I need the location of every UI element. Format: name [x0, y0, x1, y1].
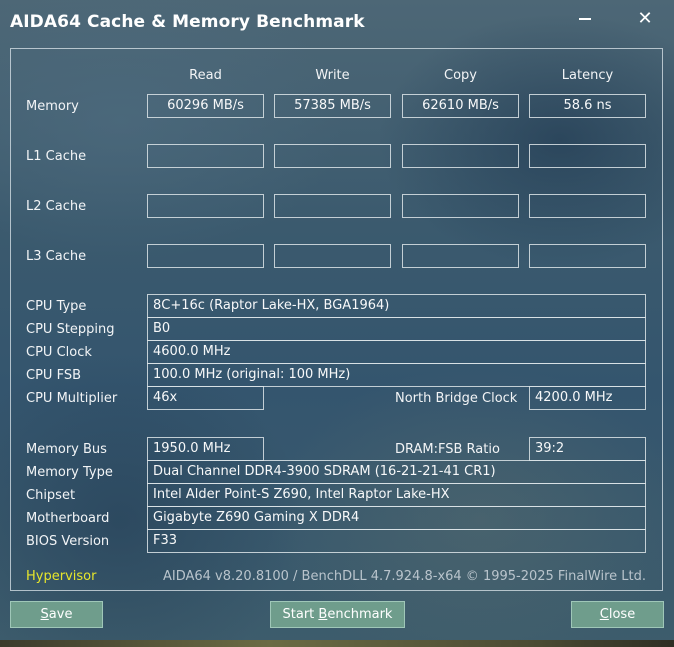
- save-button[interactable]: Save: [10, 601, 103, 628]
- dram-fsb-ratio-label: DRAM:FSB Ratio: [395, 442, 500, 457]
- l2-copy-value: [402, 194, 519, 218]
- north-bridge-clock-label: North Bridge Clock: [395, 391, 518, 406]
- memory-bus-label: Memory Bus: [26, 442, 107, 457]
- motherboard-value: Gigabyte Z690 Gaming X DDR4: [147, 506, 646, 530]
- close-icon: ✕: [637, 7, 653, 29]
- memory-read-value: 60296 MB/s: [147, 94, 264, 118]
- cpu-multiplier-label: CPU Multiplier: [26, 391, 118, 406]
- close-button[interactable]: Close: [571, 601, 664, 628]
- window-title: AIDA64 Cache & Memory Benchmark: [10, 12, 365, 32]
- cpu-fsb-label: CPU FSB: [26, 368, 81, 383]
- taskbar-strip: [0, 640, 674, 647]
- version-info: AIDA64 v8.20.8100 / BenchDLL 4.7.924.8-x…: [162, 569, 646, 584]
- l2-read-value: [147, 194, 264, 218]
- start-benchmark-prefix: Start: [282, 607, 319, 622]
- hypervisor-label: Hypervisor: [26, 569, 97, 584]
- close-button-hotkey: C: [599, 607, 609, 622]
- memory-write-value: 57385 MB/s: [274, 94, 391, 118]
- memory-copy-value: 62610 MB/s: [402, 94, 519, 118]
- start-benchmark-label: enchmark: [327, 607, 393, 622]
- l2-latency-value: [529, 194, 646, 218]
- start-benchmark-hotkey: B: [318, 607, 328, 622]
- memory-type-value: Dual Channel DDR4-3900 SDRAM (16-21-21-4…: [147, 460, 646, 484]
- l1-copy-value: [402, 144, 519, 168]
- chipset-value: Intel Alder Point-S Z690, Intel Raptor L…: [147, 483, 646, 507]
- cpu-type-label: CPU Type: [26, 299, 87, 314]
- bios-version-label: BIOS Version: [26, 534, 110, 549]
- row-label-memory: Memory: [26, 99, 79, 114]
- l1-latency-value: [529, 144, 646, 168]
- close-window-button[interactable]: ✕: [630, 6, 660, 30]
- cpu-fsb-value: 100.0 MHz (original: 100 MHz): [147, 363, 646, 387]
- l1-write-value: [274, 144, 391, 168]
- chipset-label: Chipset: [26, 488, 76, 503]
- bios-version-value: F33: [147, 529, 646, 553]
- l3-read-value: [147, 244, 264, 268]
- cpu-type-value: 8C+16c (Raptor Lake-HX, BGA1964): [147, 294, 646, 318]
- dram-fsb-ratio-value: 39:2: [529, 437, 646, 461]
- cpu-stepping-label: CPU Stepping: [26, 322, 115, 337]
- l1-read-value: [147, 144, 264, 168]
- minimize-button[interactable]: [570, 6, 600, 30]
- save-button-hotkey: S: [40, 607, 49, 622]
- l3-copy-value: [402, 244, 519, 268]
- cpu-multiplier-value: 46x: [147, 386, 264, 410]
- l3-latency-value: [529, 244, 646, 268]
- north-bridge-clock-value: 4200.0 MHz: [529, 386, 646, 410]
- cpu-stepping-value: B0: [147, 317, 646, 341]
- save-button-label: ave: [48, 607, 73, 622]
- l3-write-value: [274, 244, 391, 268]
- row-label-l1-cache: L1 Cache: [26, 149, 87, 164]
- column-header-read: Read: [189, 68, 222, 83]
- start-benchmark-button[interactable]: Start Benchmark: [270, 601, 405, 628]
- column-header-copy: Copy: [444, 68, 477, 83]
- close-button-label: lose: [608, 607, 636, 622]
- cpu-clock-label: CPU Clock: [26, 345, 92, 360]
- benchmark-window: AIDA64 Cache & Memory Benchmark ✕ Read W…: [0, 0, 674, 647]
- minimize-icon: [579, 18, 591, 20]
- memory-bus-value: 1950.0 MHz: [147, 437, 264, 461]
- memory-latency-value: 58.6 ns: [529, 94, 646, 118]
- row-label-l3-cache: L3 Cache: [26, 249, 87, 264]
- motherboard-label: Motherboard: [26, 511, 110, 526]
- row-label-l2-cache: L2 Cache: [26, 199, 87, 214]
- cpu-clock-value: 4600.0 MHz: [147, 340, 646, 364]
- column-header-latency: Latency: [561, 68, 614, 83]
- memory-type-label: Memory Type: [26, 465, 113, 480]
- column-header-write: Write: [315, 68, 350, 83]
- l2-write-value: [274, 194, 391, 218]
